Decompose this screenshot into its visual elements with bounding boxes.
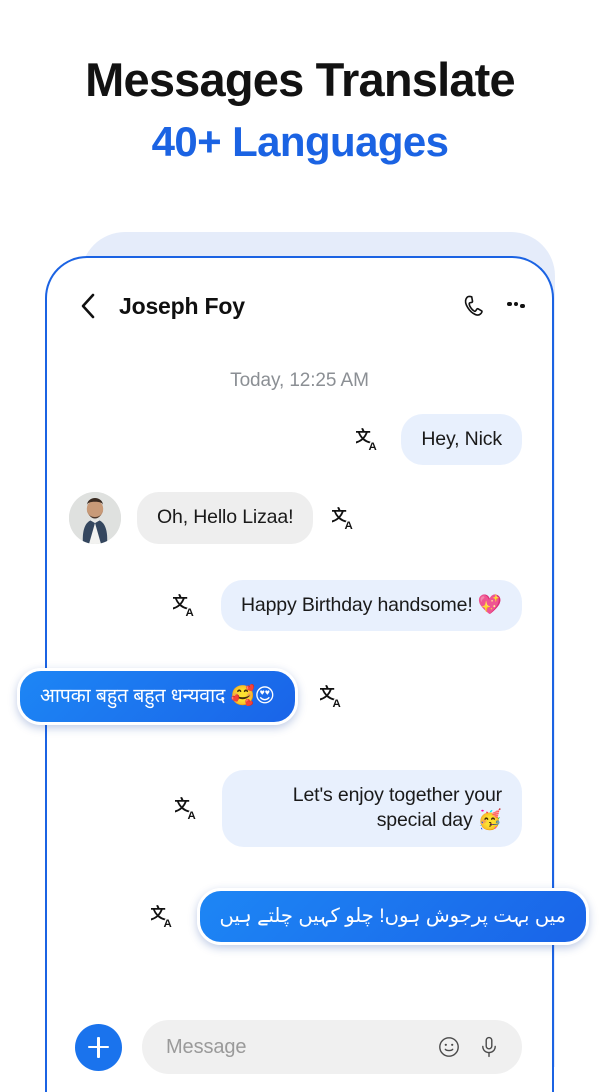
- translate-icon[interactable]: 文 A: [172, 793, 202, 823]
- svg-text:A: A: [187, 810, 195, 821]
- more-vertical-icon[interactable]: [506, 292, 526, 320]
- promo-headline-block: Messages Translate 40+ Languages: [0, 52, 600, 167]
- message-input-bar: Message: [47, 1016, 552, 1078]
- phone-icon[interactable]: [460, 292, 488, 320]
- message-bubble-translated[interactable]: میں بہت پرجوش ہوں! چلو کہیں چلتے ہیں: [196, 888, 589, 946]
- smiley-icon[interactable]: [436, 1034, 462, 1060]
- translate-icon[interactable]: 文 A: [353, 425, 383, 455]
- microphone-icon[interactable]: [476, 1034, 502, 1060]
- phone-frame: Joseph Foy Today, 12:25 AM 文 A Hey, Nick…: [17, 256, 589, 1092]
- translate-icon[interactable]: 文 A: [318, 682, 348, 712]
- menu-dot: [520, 303, 525, 309]
- message-row: 文 A Hey, Nick: [353, 414, 522, 466]
- message-input-placeholder: Message: [166, 1035, 247, 1058]
- svg-text:A: A: [186, 607, 194, 618]
- message-row: Oh, Hello Lizaa! 文 A: [69, 492, 359, 544]
- chat-header: Joseph Foy: [47, 278, 552, 334]
- message-bubble-translated[interactable]: आपका बहुत बहुत धन्यवाद 🥰😍: [17, 668, 298, 726]
- message-bubble[interactable]: Hey, Nick: [401, 414, 522, 466]
- svg-text:A: A: [368, 441, 376, 452]
- svg-text:A: A: [333, 698, 341, 709]
- page-title: Messages Translate: [85, 53, 516, 106]
- message-row: 文 A Happy Birthday handsome! 💖: [171, 580, 522, 632]
- page-subtitle: 40+ Languages: [151, 118, 449, 166]
- svg-text:A: A: [344, 519, 352, 530]
- message-row: 文 A Let's enjoy together your special da…: [172, 770, 522, 847]
- chat-screen: Joseph Foy Today, 12:25 AM 文 A Hey, Nick…: [17, 258, 589, 1092]
- chat-timestamp: Today, 12:25 AM: [230, 370, 369, 391]
- menu-dot: [513, 301, 519, 307]
- message-row: 文 A میں بہت پرجوش ہوں! چلو کہیں چلتے ہیں: [149, 888, 589, 946]
- message-bubble[interactable]: Oh, Hello Lizaa!: [137, 492, 314, 544]
- translate-icon[interactable]: 文 A: [329, 503, 359, 533]
- contact-name[interactable]: Joseph Foy: [119, 293, 460, 320]
- menu-dot: [507, 301, 512, 307]
- chevron-left-icon[interactable]: [77, 293, 99, 319]
- message-bubble[interactable]: Happy Birthday handsome! 💖: [220, 580, 522, 632]
- plus-icon[interactable]: [75, 1023, 122, 1071]
- avatar[interactable]: [69, 492, 121, 544]
- message-bubble[interactable]: Let's enjoy together your special day 🥳: [222, 770, 522, 847]
- phone-mockup: Joseph Foy Today, 12:25 AM 文 A Hey, Nick…: [17, 232, 589, 1092]
- message-input-field[interactable]: Message: [142, 1020, 522, 1074]
- svg-text:A: A: [164, 918, 172, 929]
- translate-icon[interactable]: 文 A: [149, 902, 179, 932]
- message-row: आपका बहुत बहुत धन्यवाद 🥰😍 文 A: [17, 668, 348, 726]
- translate-icon[interactable]: 文 A: [171, 591, 201, 621]
